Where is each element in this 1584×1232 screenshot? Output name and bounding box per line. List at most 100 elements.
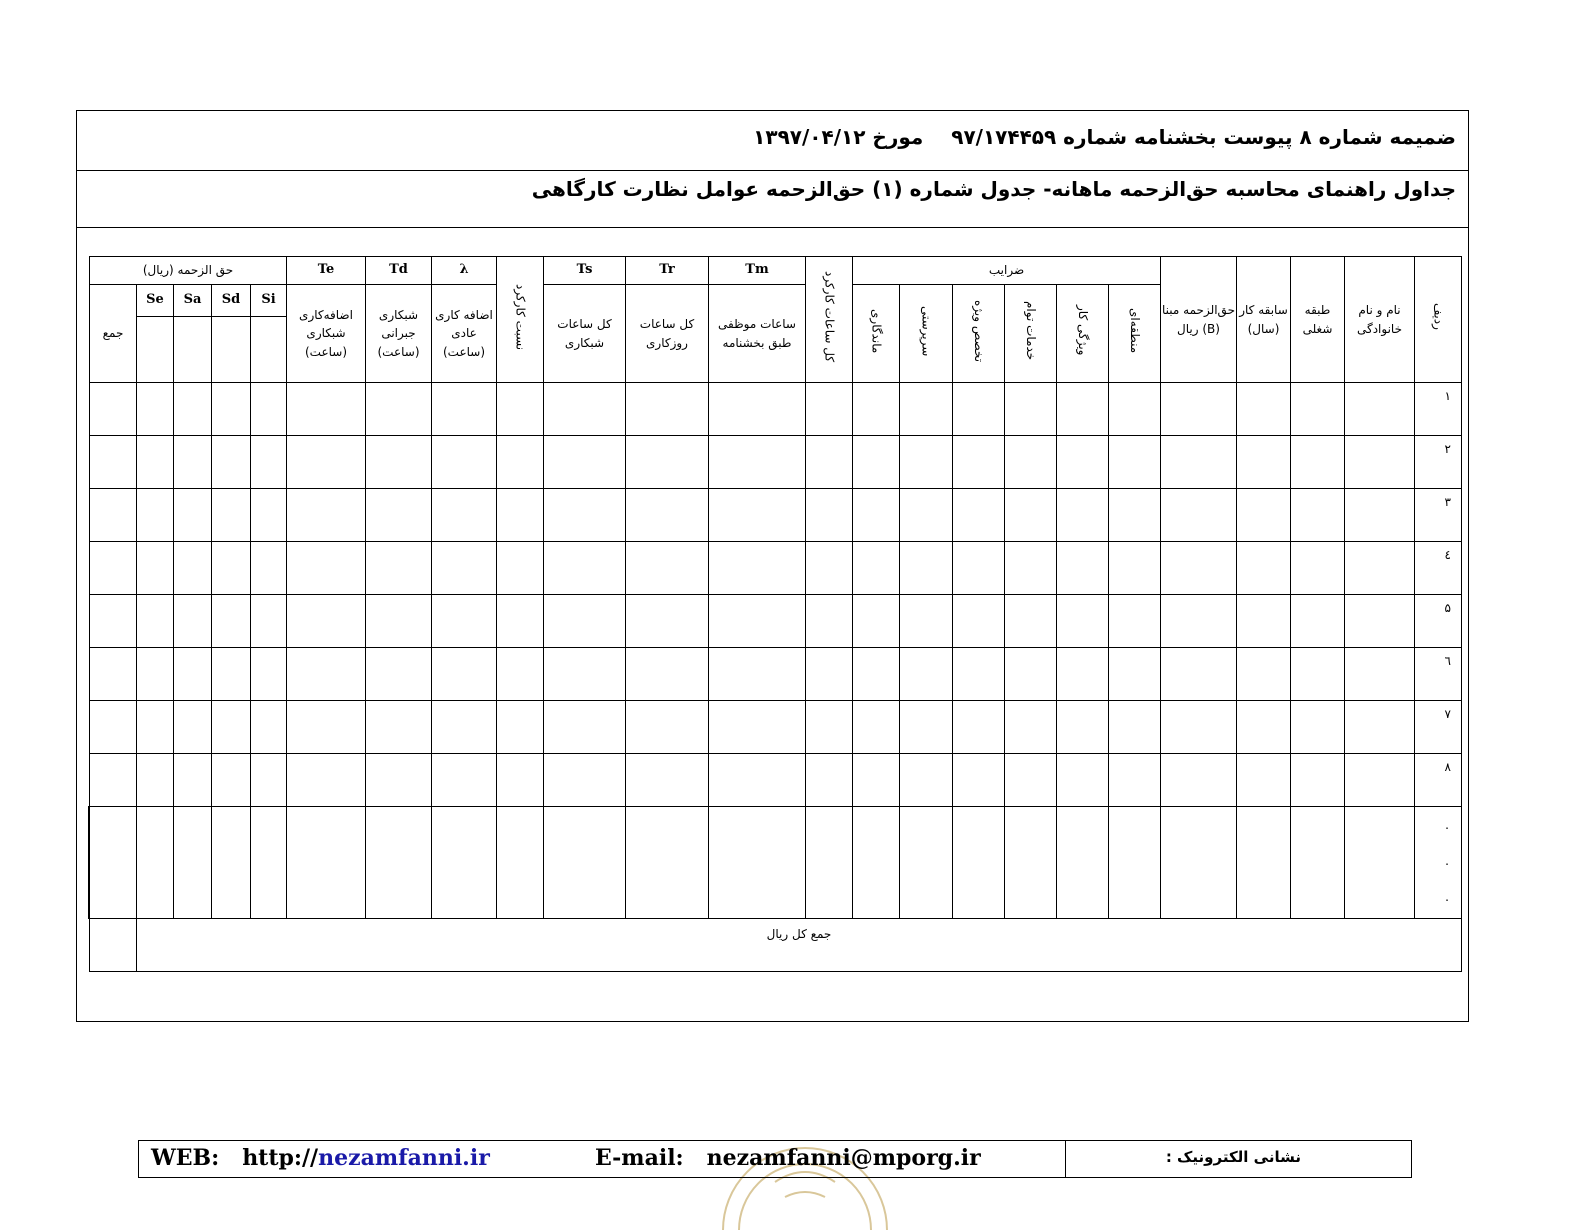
table-cell[interactable] bbox=[431, 435, 497, 489]
table-cell[interactable] bbox=[708, 700, 806, 754]
table-cell[interactable] bbox=[431, 594, 497, 648]
table-cell[interactable] bbox=[1160, 700, 1237, 754]
table-cell[interactable] bbox=[136, 435, 174, 489]
table-cell[interactable] bbox=[1236, 382, 1291, 436]
table-cell[interactable] bbox=[211, 435, 251, 489]
table-cell[interactable] bbox=[708, 435, 806, 489]
table-cell[interactable] bbox=[250, 541, 287, 595]
table-cell[interactable] bbox=[1004, 488, 1057, 542]
table-cell[interactable] bbox=[543, 541, 626, 595]
table-cell[interactable] bbox=[431, 753, 497, 807]
table-cell[interactable] bbox=[173, 488, 212, 542]
table-cell[interactable] bbox=[1108, 753, 1161, 807]
table-cell[interactable] bbox=[496, 488, 544, 542]
table-cell[interactable] bbox=[211, 488, 251, 542]
table-cell[interactable] bbox=[496, 647, 544, 701]
table-cell[interactable] bbox=[852, 753, 900, 807]
table-cell[interactable] bbox=[543, 647, 626, 701]
table-cell[interactable] bbox=[852, 647, 900, 701]
table-cell[interactable] bbox=[1056, 488, 1109, 542]
table-cell[interactable] bbox=[89, 647, 137, 701]
table-cell[interactable] bbox=[805, 594, 853, 648]
table-cell[interactable] bbox=[1236, 541, 1291, 595]
table-cell[interactable] bbox=[899, 594, 953, 648]
table-cell[interactable] bbox=[952, 753, 1005, 807]
table-cell[interactable] bbox=[1160, 382, 1237, 436]
table-cell[interactable] bbox=[952, 435, 1005, 489]
table-cell[interactable] bbox=[89, 382, 137, 436]
table-cell[interactable] bbox=[1236, 700, 1291, 754]
table-cell[interactable] bbox=[365, 435, 432, 489]
table-cell[interactable] bbox=[952, 541, 1005, 595]
table-cell[interactable] bbox=[431, 647, 497, 701]
table-cell[interactable] bbox=[286, 753, 366, 807]
table-cell[interactable] bbox=[1004, 753, 1057, 807]
table-cell[interactable] bbox=[1290, 435, 1345, 489]
table-cell[interactable] bbox=[1290, 647, 1345, 701]
table-cell[interactable] bbox=[173, 382, 212, 436]
table-cell[interactable] bbox=[1160, 753, 1237, 807]
table-cell[interactable] bbox=[708, 594, 806, 648]
table-cell[interactable] bbox=[286, 700, 366, 754]
table-cell[interactable] bbox=[1056, 594, 1109, 648]
table-cell[interactable] bbox=[496, 594, 544, 648]
table-cell[interactable] bbox=[1004, 700, 1057, 754]
table-cell[interactable] bbox=[286, 647, 366, 701]
web-link[interactable]: nezamfanni.ir bbox=[318, 1145, 490, 1171]
table-cell[interactable] bbox=[805, 647, 853, 701]
table-cell[interactable] bbox=[496, 435, 544, 489]
table-cell[interactable] bbox=[1160, 435, 1237, 489]
table-cell[interactable] bbox=[1108, 435, 1161, 489]
table-cell[interactable] bbox=[1004, 541, 1057, 595]
table-cell[interactable] bbox=[1056, 382, 1109, 436]
table-cell[interactable] bbox=[899, 488, 953, 542]
table-cell[interactable] bbox=[365, 647, 432, 701]
table-cell[interactable] bbox=[625, 382, 709, 436]
table-cell[interactable] bbox=[89, 700, 137, 754]
table-cell[interactable] bbox=[136, 647, 174, 701]
table-cell[interactable] bbox=[805, 700, 853, 754]
table-cell[interactable] bbox=[1160, 594, 1237, 648]
table-cell[interactable] bbox=[952, 647, 1005, 701]
table-cell[interactable] bbox=[1290, 594, 1345, 648]
table-cell[interactable] bbox=[286, 382, 366, 436]
table-cell[interactable] bbox=[250, 594, 287, 648]
table-cell[interactable] bbox=[89, 753, 137, 807]
table-cell[interactable] bbox=[1056, 435, 1109, 489]
table-cell[interactable] bbox=[89, 594, 137, 648]
table-cell[interactable] bbox=[1160, 541, 1237, 595]
table-cell[interactable] bbox=[1108, 382, 1161, 436]
table-cell[interactable] bbox=[1056, 753, 1109, 807]
table-cell[interactable] bbox=[1004, 382, 1057, 436]
table-cell[interactable] bbox=[250, 382, 287, 436]
table-cell[interactable] bbox=[625, 647, 709, 701]
table-cell[interactable] bbox=[365, 541, 432, 595]
table-cell[interactable] bbox=[1108, 594, 1161, 648]
table-cell[interactable] bbox=[250, 700, 287, 754]
table-cell[interactable] bbox=[431, 488, 497, 542]
table-cell[interactable] bbox=[899, 382, 953, 436]
table-cell[interactable] bbox=[1236, 594, 1291, 648]
table-cell[interactable] bbox=[250, 753, 287, 807]
table-cell[interactable] bbox=[1056, 700, 1109, 754]
table-cell[interactable] bbox=[805, 541, 853, 595]
table-cell[interactable] bbox=[136, 488, 174, 542]
table-cell[interactable] bbox=[365, 488, 432, 542]
table-cell[interactable] bbox=[1344, 700, 1415, 754]
table-cell[interactable] bbox=[496, 753, 544, 807]
table-cell[interactable] bbox=[211, 382, 251, 436]
table-cell[interactable] bbox=[708, 647, 806, 701]
table-cell[interactable] bbox=[852, 488, 900, 542]
table-cell[interactable] bbox=[1290, 382, 1345, 436]
table-cell[interactable] bbox=[286, 488, 366, 542]
table-cell[interactable] bbox=[211, 753, 251, 807]
table-cell[interactable] bbox=[805, 435, 853, 489]
table-cell[interactable] bbox=[543, 753, 626, 807]
table-cell[interactable] bbox=[852, 541, 900, 595]
table-cell[interactable] bbox=[286, 594, 366, 648]
table-cell[interactable] bbox=[625, 541, 709, 595]
table-cell[interactable] bbox=[708, 488, 806, 542]
table-cell[interactable] bbox=[136, 594, 174, 648]
table-cell[interactable] bbox=[431, 700, 497, 754]
table-cell[interactable] bbox=[1108, 488, 1161, 542]
